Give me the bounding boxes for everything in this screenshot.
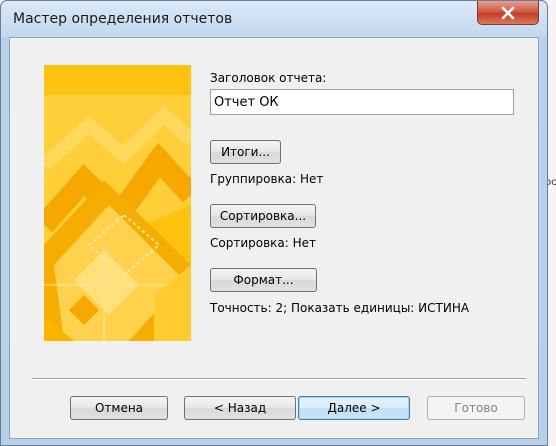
- back-button[interactable]: < Назад: [184, 396, 296, 420]
- format-status: Точность: 2; Показать единицы: ИСТИНА: [210, 301, 470, 315]
- close-button[interactable]: [477, 1, 539, 25]
- next-button[interactable]: Далее >: [298, 396, 410, 420]
- report-title-label: Заголовок отчета:: [210, 71, 327, 85]
- close-icon: [501, 6, 515, 19]
- cancel-button[interactable]: Отмена: [70, 396, 168, 420]
- totals-button[interactable]: Итоги...: [210, 140, 281, 164]
- format-button[interactable]: Формат...: [210, 268, 317, 292]
- sorting-button[interactable]: Сортировка...: [210, 204, 316, 228]
- wizard-illustration: [44, 65, 191, 341]
- report-wizard-dialog: Мастер определения отчетов Заголовок отч…: [0, 0, 548, 446]
- grouping-status: Группировка: Нет: [210, 172, 324, 186]
- title-bar[interactable]: Мастер определения отчетов: [1, 1, 547, 37]
- window-title: Мастер определения отчетов: [13, 11, 233, 27]
- dialog-body: Заголовок отчета: Итоги... Группировка: …: [9, 37, 539, 439]
- report-title-input[interactable]: [210, 89, 514, 115]
- wizard-graphic-icon: [44, 65, 191, 341]
- sorting-status: Сортировка: Нет: [210, 236, 317, 250]
- finish-button[interactable]: Готово: [427, 396, 525, 420]
- footer-separator: [32, 378, 526, 380]
